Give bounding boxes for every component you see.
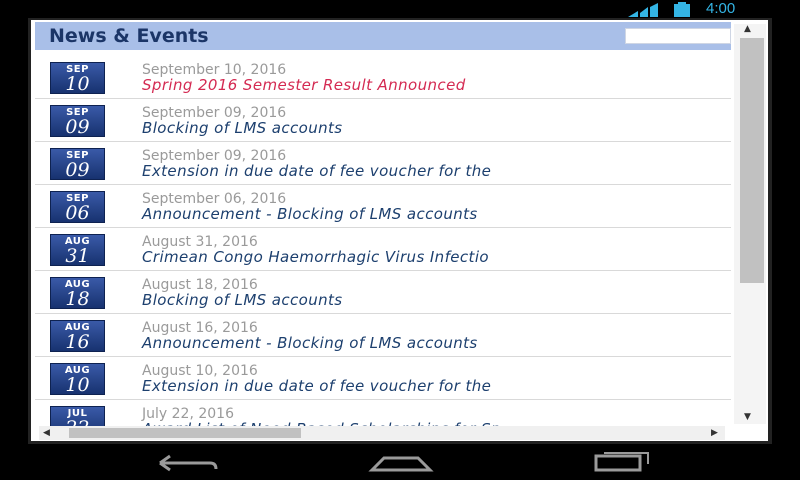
news-title-link[interactable]: Extension in due date of fee voucher for… bbox=[142, 162, 491, 180]
vertical-scroll-thumb[interactable] bbox=[740, 38, 764, 283]
navigation-bar bbox=[0, 444, 800, 480]
news-item[interactable]: AUG 18 August 18, 2016 Blocking of LMS a… bbox=[35, 271, 731, 314]
badge-day: 10 bbox=[65, 73, 90, 95]
scroll-down-arrow-icon[interactable]: ▼ bbox=[744, 412, 751, 422]
news-title-link[interactable]: Announcement - Blocking of LMS accounts bbox=[142, 334, 478, 352]
device-frame: News & Events SEP 10 September 10, 2016 … bbox=[28, 18, 772, 444]
date-badge: SEP 06 bbox=[50, 191, 105, 223]
news-item[interactable]: SEP 09 September 09, 2016 Extension in d… bbox=[35, 142, 731, 185]
news-item[interactable]: SEP 06 September 06, 2016 Announcement -… bbox=[35, 185, 731, 228]
battery-icon bbox=[674, 2, 690, 17]
webview: News & Events SEP 10 September 10, 2016 … bbox=[31, 20, 768, 441]
news-title-link[interactable]: Spring 2016 Semester Result Announced bbox=[142, 76, 466, 94]
horizontal-scrollbar[interactable]: ◀ ▶ bbox=[39, 426, 725, 440]
badge-day: 10 bbox=[65, 374, 90, 396]
news-title-link[interactable]: Extension in due date of fee voucher for… bbox=[142, 377, 491, 395]
news-item[interactable]: SEP 10 September 10, 2016 Spring 2016 Se… bbox=[35, 56, 731, 99]
news-item[interactable]: AUG 16 August 16, 2016 Announcement - Bl… bbox=[35, 314, 731, 357]
horizontal-scroll-thumb[interactable] bbox=[69, 428, 301, 438]
news-item[interactable]: AUG 31 August 31, 2016 Crimean Congo Hae… bbox=[35, 228, 731, 271]
date-badge: SEP 09 bbox=[50, 148, 105, 180]
status-bar: 4:00 bbox=[0, 0, 800, 18]
back-icon[interactable] bbox=[152, 452, 222, 474]
news-item[interactable]: SEP 09 September 09, 2016 Blocking of LM… bbox=[35, 99, 731, 142]
vertical-scrollbar[interactable]: ▲ ▼ bbox=[734, 24, 766, 424]
scroll-up-arrow-icon[interactable]: ▲ bbox=[744, 24, 751, 34]
badge-day: 31 bbox=[65, 245, 90, 267]
badge-day: 16 bbox=[65, 331, 90, 353]
date-badge: AUG 10 bbox=[50, 363, 105, 395]
news-events-header: News & Events bbox=[35, 22, 731, 50]
badge-day: 18 bbox=[65, 288, 90, 310]
scroll-left-arrow-icon[interactable]: ◀ bbox=[43, 426, 50, 440]
date-badge: SEP 09 bbox=[50, 105, 105, 137]
badge-day: 06 bbox=[65, 202, 90, 224]
news-item[interactable]: AUG 10 August 10, 2016 Extension in due … bbox=[35, 357, 731, 400]
home-icon[interactable] bbox=[366, 452, 436, 474]
date-badge: AUG 31 bbox=[50, 234, 105, 266]
page-title: News & Events bbox=[49, 25, 209, 47]
badge-day: 09 bbox=[65, 116, 90, 138]
recent-apps-icon[interactable] bbox=[586, 452, 656, 474]
date-badge: SEP 10 bbox=[50, 62, 105, 94]
signal-icon bbox=[628, 3, 658, 17]
news-list: SEP 10 September 10, 2016 Spring 2016 Se… bbox=[35, 56, 731, 441]
news-title-link[interactable]: Blocking of LMS accounts bbox=[142, 291, 343, 309]
news-title-link[interactable]: Announcement - Blocking of LMS accounts bbox=[142, 205, 478, 223]
news-title-link[interactable]: Blocking of LMS accounts bbox=[142, 119, 343, 137]
search-input[interactable] bbox=[625, 28, 731, 44]
news-title-link[interactable]: Crimean Congo Haemorrhagic Virus Infecti… bbox=[142, 248, 489, 266]
date-badge: AUG 18 bbox=[50, 277, 105, 309]
badge-day: 09 bbox=[65, 159, 90, 181]
status-time: 4:00 bbox=[706, 0, 736, 17]
date-badge: AUG 16 bbox=[50, 320, 105, 352]
scroll-right-arrow-icon[interactable]: ▶ bbox=[711, 426, 718, 440]
